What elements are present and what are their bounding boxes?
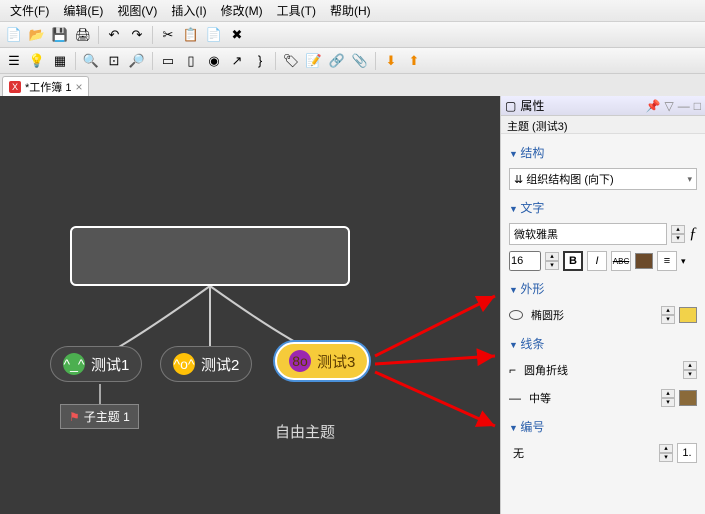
panel-header: ▢ 属性 📌 ▽ — □ — [501, 96, 705, 116]
subtopic-1[interactable]: ⚑ 子主题 1 — [60, 404, 139, 429]
zoom-fit-icon[interactable]: ⊡ — [104, 51, 124, 71]
bulb-icon[interactable]: 💡 — [27, 51, 47, 71]
min-icon[interactable]: — — [678, 99, 690, 113]
undo-icon[interactable]: ↶ — [104, 25, 124, 45]
link-icon[interactable]: 🔗 — [327, 51, 347, 71]
copy-icon[interactable]: 📋 — [181, 25, 201, 45]
attach-icon[interactable]: 📎 — [350, 51, 370, 71]
shape-dropdown[interactable]: 椭圆形 — [527, 304, 657, 326]
properties-panel: ▢ 属性 📌 ▽ — □ 主题 (测试3) 结构 ⇊ 组织结构图 (向下) ▾ … — [500, 96, 705, 514]
new-icon[interactable]: 📄 — [4, 25, 24, 45]
size-stepper[interactable]: ▴▾ — [545, 252, 559, 270]
lineweight-stepper[interactable]: ▴▾ — [661, 389, 675, 407]
free-topic-label: 自由主题 — [275, 421, 335, 442]
open-icon[interactable]: 📂 — [27, 25, 47, 45]
cut-icon[interactable]: ✂ — [158, 25, 178, 45]
redo-icon[interactable]: ↷ — [127, 25, 147, 45]
save-icon[interactable]: 💾 — [50, 25, 70, 45]
relationship-icon[interactable]: ↗ — [227, 51, 247, 71]
menu-tools[interactable]: 工具(T) — [271, 0, 322, 21]
minimize-icon[interactable]: ▽ — [665, 99, 674, 113]
drill-icon[interactable]: ⬇ — [381, 51, 401, 71]
child-topic-1[interactable]: ^_^ 测试1 — [50, 346, 142, 382]
section-shape[interactable]: 外形 — [509, 274, 697, 301]
menu-file[interactable]: 文件(F) — [4, 0, 55, 21]
line-style-icon: ⌐ — [509, 363, 516, 377]
subtopic-label: 子主题 1 — [84, 408, 130, 425]
linestyle-stepper[interactable]: ▴▾ — [683, 361, 697, 379]
tab-bar: X *工作簿 1 × — [0, 74, 705, 96]
font-family-dropdown[interactable]: 微软雅黑 — [509, 223, 667, 245]
topic-icon[interactable]: ▭ — [158, 51, 178, 71]
tab-title: *工作簿 1 — [25, 79, 71, 95]
number-format-button[interactable]: 1. — [677, 443, 697, 463]
org-icon: ⇊ — [514, 173, 523, 186]
font-size-input[interactable] — [509, 251, 541, 271]
shape-color-swatch[interactable] — [679, 307, 697, 323]
flag-icon: ⚑ — [69, 410, 80, 424]
surprise-icon: 8o — [289, 350, 311, 372]
menu-view[interactable]: 视图(V) — [111, 0, 163, 21]
child-topic-2[interactable]: ^o^ 测试2 — [160, 346, 252, 382]
menu-modify[interactable]: 修改(M) — [215, 0, 269, 21]
print-icon[interactable]: 🖨 — [73, 25, 93, 45]
align-button[interactable]: ≡ — [657, 251, 677, 271]
child-2-label: 测试2 — [201, 354, 239, 375]
grid-icon[interactable]: ▦ — [50, 51, 70, 71]
line-style-dropdown[interactable]: 圆角折线 — [520, 359, 679, 381]
line-weight-dropdown[interactable]: 中等 — [525, 387, 657, 409]
zoom-in-icon[interactable]: 🔎 — [127, 51, 147, 71]
strike-button[interactable]: ABC — [611, 251, 631, 271]
panel-subtitle: 主题 (测试3) — [501, 116, 705, 134]
delete-icon[interactable]: ✖ — [227, 25, 247, 45]
number-dropdown[interactable]: 无 — [509, 442, 655, 464]
italic-button[interactable]: I — [587, 251, 607, 271]
toolbar-secondary: ☰ 💡 ▦ 🔍 ⊡ 🔎 ▭ ▯ ◉ ↗ } 🏷 📝 🔗 📎 ⬇ ⬆ — [0, 48, 705, 74]
paste-icon[interactable]: 📄 — [204, 25, 224, 45]
child-3-label: 测试3 — [317, 351, 355, 372]
section-line[interactable]: 线条 — [509, 329, 697, 356]
bold-button[interactable]: B — [563, 251, 583, 271]
zoom-out-icon[interactable]: 🔍 — [81, 51, 101, 71]
line-weight-icon: — — [509, 391, 521, 405]
menu-help[interactable]: 帮助(H) — [324, 0, 377, 21]
menu-edit[interactable]: 编辑(E) — [57, 0, 109, 21]
close-icon[interactable]: × — [75, 80, 82, 94]
panel-title: 属性 — [520, 97, 544, 114]
text-color-swatch[interactable] — [635, 253, 653, 269]
font-stepper[interactable]: ▴▾ — [671, 225, 685, 243]
marker-icon[interactable]: 🏷 — [281, 51, 301, 71]
child-topic-3[interactable]: 8o 测试3 — [275, 342, 369, 380]
child-1-label: 测试1 — [91, 354, 129, 375]
ellipse-icon — [509, 310, 523, 320]
pin-icon[interactable]: 📌 — [646, 99, 661, 113]
app-icon: X — [9, 81, 21, 93]
number-stepper[interactable]: ▴▾ — [659, 444, 673, 462]
line-color-swatch[interactable] — [679, 390, 697, 406]
mindmap-canvas[interactable]: ^_^ 测试1 ^o^ 测试2 8o 测试3 ⚑ 子主题 1 自由主题 — [0, 96, 500, 514]
menu-bar: 文件(F) 编辑(E) 视图(V) 插入(I) 修改(M) 工具(T) 帮助(H… — [0, 0, 705, 22]
root-topic[interactable] — [70, 226, 350, 286]
laugh-icon: ^o^ — [173, 353, 195, 375]
section-text[interactable]: 文字 — [509, 193, 697, 220]
structure-dropdown[interactable]: ⇊ 组织结构图 (向下) ▾ — [509, 168, 697, 190]
subtopic-icon[interactable]: ▯ — [181, 51, 201, 71]
summary-icon[interactable]: } — [250, 51, 270, 71]
panel-icon: ▢ — [505, 99, 516, 113]
section-number[interactable]: 编号 — [509, 412, 697, 439]
menu-insert[interactable]: 插入(I) — [165, 0, 212, 21]
note-icon[interactable]: 📝 — [304, 51, 324, 71]
section-structure[interactable]: 结构 — [509, 138, 697, 165]
drillup-icon[interactable]: ⬆ — [404, 51, 424, 71]
shape-stepper[interactable]: ▴▾ — [661, 306, 675, 324]
max-icon[interactable]: □ — [694, 99, 701, 113]
font-icon[interactable]: ƒ — [689, 225, 697, 243]
outline-icon[interactable]: ☰ — [4, 51, 24, 71]
align-dd-icon[interactable]: ▾ — [681, 256, 686, 267]
smile-icon: ^_^ — [63, 353, 85, 375]
toolbar-main: 📄 📂 💾 🖨 ↶ ↷ ✂ 📋 📄 ✖ — [0, 22, 705, 48]
document-tab[interactable]: X *工作簿 1 × — [2, 76, 89, 96]
boundary-icon[interactable]: ◉ — [204, 51, 224, 71]
